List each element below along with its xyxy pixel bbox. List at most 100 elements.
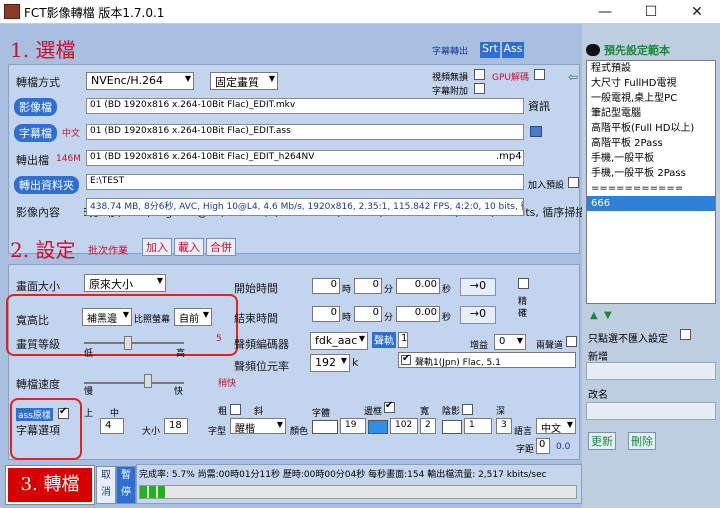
shadow-select[interactable]: 1 xyxy=(464,418,492,434)
arrow-left-icon: ⇦ xyxy=(568,70,579,84)
ratio-screen-select[interactable]: 自前 ▼ xyxy=(174,308,212,326)
merge-button[interactable]: 合併 xyxy=(206,238,236,256)
video-lossless-checkbox[interactable] xyxy=(474,69,485,80)
outline-color-swatch[interactable] xyxy=(368,420,388,434)
preset-item[interactable]: 程式預設 xyxy=(587,61,715,76)
load-button[interactable]: 載入 xyxy=(174,238,204,256)
output-file-field[interactable]: 01 (BD 1920x816 x.264-10Bit Flac)_EDIT_h… xyxy=(86,150,524,166)
start-minute-input[interactable]: 0 xyxy=(354,278,382,294)
track-desc: 聲軌1(Jpn) Flac, 5.1 xyxy=(415,358,501,368)
maximize-button[interactable]: ☐ xyxy=(628,0,674,24)
gpu-decode-checkbox[interactable] xyxy=(534,69,545,80)
pause-button[interactable]: 暫停 xyxy=(116,466,136,504)
up-arrow-icon[interactable]: ▲ xyxy=(590,310,598,321)
info-button[interactable]: 資訊 xyxy=(528,98,550,114)
srt-button[interactable]: Srt xyxy=(480,42,500,58)
deep-select[interactable]: 3 xyxy=(496,418,512,434)
encoder-select[interactable]: NVEnc/H.264 ▼ xyxy=(86,72,194,90)
video-file-field[interactable]: 01 (BD 1920x816 x.264-10Bit Flac)_EDIT.m… xyxy=(86,98,524,114)
preset-item[interactable]: 高階平板(Full HD以上) xyxy=(587,121,715,136)
preset-item[interactable]: 手機,一般平板 xyxy=(587,151,715,166)
convert-button[interactable]: 3. 轉檔 xyxy=(5,465,95,505)
audio-bitrate-select[interactable]: 192 ▼ xyxy=(310,354,350,372)
end-go-button[interactable]: →0 xyxy=(460,306,496,324)
subtitle-file-button[interactable]: 字幕檔 xyxy=(14,124,57,142)
start-second-input[interactable]: 0.00 xyxy=(396,278,440,294)
preset-list[interactable]: 程式預設 大尺寸 FullHD電視 一般電視,桌上型PC 筆記型電腦 高階平板(… xyxy=(586,60,716,304)
subtitle-file-field[interactable]: 01 (BD 1920x816 x.264-10Bit Flac)_EDIT.a… xyxy=(86,124,524,140)
close-button[interactable]: ✕ xyxy=(674,0,720,24)
end-hour-input[interactable]: 0 xyxy=(312,306,340,322)
font-select[interactable]: 醒楷 ▼ xyxy=(230,418,286,434)
wide-value: 2 xyxy=(425,420,431,430)
second-unit: 秒 xyxy=(442,313,452,323)
outline-label: 邊框 xyxy=(364,407,383,417)
quality-slider-thumb[interactable] xyxy=(124,336,132,350)
audio-codec-select[interactable]: fdk_aac ▼ xyxy=(310,332,368,350)
font-color-select[interactable]: 19 xyxy=(340,418,366,434)
wide-select[interactable]: 2 xyxy=(420,418,436,434)
bold-checkbox[interactable] xyxy=(230,404,241,415)
track-checkbox[interactable] xyxy=(401,353,411,365)
start-go-button[interactable]: →0 xyxy=(460,278,496,296)
shadow-checkbox[interactable] xyxy=(462,404,473,415)
preset-item[interactable]: 手機,一般平板 2Pass xyxy=(587,166,715,181)
ass-original-checkbox[interactable] xyxy=(58,406,69,419)
start-hour-input[interactable]: 0 xyxy=(312,278,340,294)
title-bar: FCT影像轉檔 版本1.7.0.1 — ☐ ✕ xyxy=(0,0,720,24)
chevron-down-icon: ▼ xyxy=(276,420,283,429)
delete-button[interactable]: 刪除 xyxy=(628,432,656,450)
subtitle-append-label: 字幕附加 xyxy=(432,87,469,97)
dual-channel-checkbox[interactable] xyxy=(566,336,577,347)
preset-item[interactable]: =========== xyxy=(587,181,715,196)
cancel-button[interactable]: 取消 xyxy=(96,466,116,504)
output-folder-button[interactable]: 轉出資料夾 xyxy=(14,176,79,194)
preset-item-selected[interactable]: 666 xyxy=(587,196,715,211)
end-minute-input[interactable]: 0 xyxy=(354,306,382,322)
second-unit: 秒 xyxy=(442,285,452,295)
language-select[interactable]: 中文 ▼ xyxy=(536,418,576,434)
add-preset-checkbox[interactable] xyxy=(568,177,579,188)
preset-item[interactable]: 高階平板 2Pass xyxy=(587,136,715,151)
update-button[interactable]: 更新 xyxy=(588,432,616,450)
speed-slider-track[interactable] xyxy=(84,382,184,384)
aspect-ratio-select[interactable]: 補黑邊 ▼ xyxy=(82,308,132,326)
screen-size-select[interactable]: 原來大小 ▼ xyxy=(84,274,166,292)
hour-unit: 時 xyxy=(342,313,352,323)
quality-mode-select[interactable]: 固定畫質 ▼ xyxy=(210,72,278,90)
minimize-button[interactable]: — xyxy=(582,0,628,24)
preset-item[interactable]: 筆記型電腦 xyxy=(587,106,715,121)
ass-button[interactable]: Ass xyxy=(502,42,524,58)
video-file-button[interactable]: 影像檔 xyxy=(14,98,57,116)
status-panel: 完成率: 5.7% 尚需:00時01分11秒 歷時:00時00分04秒 每秒畫面… xyxy=(136,464,582,504)
chevron-down-icon: ▼ xyxy=(202,310,209,319)
speed-slider-thumb[interactable] xyxy=(144,374,152,388)
progress-fill xyxy=(140,486,166,498)
rename-input[interactable] xyxy=(586,402,716,420)
output-folder-field[interactable]: E:\TEST xyxy=(86,174,524,190)
shadow-value: 1 xyxy=(469,420,475,430)
outline-checkbox[interactable] xyxy=(384,400,395,413)
font-color-swatch[interactable] xyxy=(312,420,338,434)
quality-slider-track[interactable] xyxy=(84,342,184,344)
subtitle-edit-icon[interactable] xyxy=(530,126,542,137)
preset-item[interactable]: 大尺寸 FullHD電視 xyxy=(587,76,715,91)
new-name-input[interactable] xyxy=(586,362,716,380)
spacing-input[interactable]: 0 xyxy=(536,438,550,454)
precise-checkbox[interactable] xyxy=(518,278,529,289)
position-select[interactable]: 4 xyxy=(100,418,124,434)
gain-select[interactable]: 0 ▼ xyxy=(494,334,526,350)
preset-item[interactable]: 一般電視,桌上型PC xyxy=(587,91,715,106)
down-arrow-icon[interactable]: ▼ xyxy=(604,310,612,321)
add-button[interactable]: 加入 xyxy=(142,238,172,256)
outline-color-select[interactable]: 102 xyxy=(390,418,418,434)
audio-track-button[interactable]: 聲軌 xyxy=(372,332,396,348)
add-preset-label: 加入預設 xyxy=(528,181,565,191)
only-select-checkbox[interactable] xyxy=(680,329,691,340)
audio-track-list[interactable]: 聲軌1(Jpn) Flac, 5.1 xyxy=(398,352,576,368)
audio-track-number[interactable]: 1 xyxy=(398,332,408,348)
size-select[interactable]: 18 xyxy=(164,418,188,434)
shadow-color-swatch[interactable] xyxy=(442,420,462,434)
subtitle-append-checkbox[interactable] xyxy=(474,83,485,94)
end-second-input[interactable]: 0.00 xyxy=(396,306,440,322)
